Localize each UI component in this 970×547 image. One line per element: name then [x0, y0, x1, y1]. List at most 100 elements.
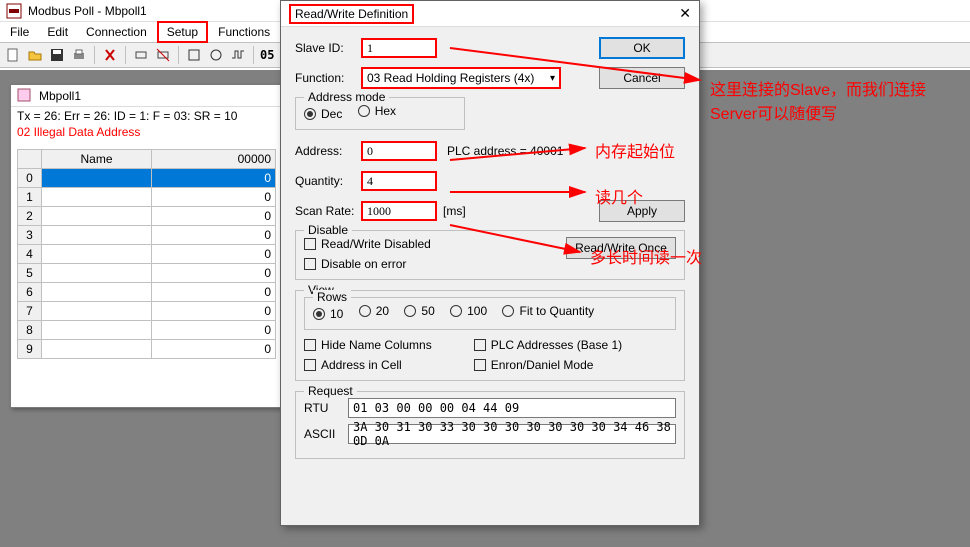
- table-row[interactable]: 10: [18, 188, 276, 207]
- tb-disconnect-icon[interactable]: [154, 46, 172, 64]
- check-disable-on-error[interactable]: Disable on error: [304, 257, 431, 271]
- table-row[interactable]: 00: [18, 169, 276, 188]
- row-number: 5: [18, 264, 42, 283]
- table-row[interactable]: 50: [18, 264, 276, 283]
- table-row[interactable]: 80: [18, 321, 276, 340]
- address-input[interactable]: [361, 141, 437, 161]
- menu-setup[interactable]: Setup: [157, 21, 208, 43]
- cell-value[interactable]: 0: [152, 207, 276, 226]
- menu-functions[interactable]: Functions: [210, 23, 278, 41]
- tb-pulse-icon[interactable]: [229, 46, 247, 64]
- row-number: 0: [18, 169, 42, 188]
- row-number: 8: [18, 321, 42, 340]
- function-label: Function:: [295, 71, 361, 85]
- tb-auto-icon[interactable]: [207, 46, 225, 64]
- radio-rows-100[interactable]: 100: [450, 304, 487, 318]
- radio-rows-50[interactable]: 50: [404, 304, 434, 318]
- table-row[interactable]: 30: [18, 226, 276, 245]
- table-row[interactable]: 60: [18, 283, 276, 302]
- tb-save-icon[interactable]: [48, 46, 66, 64]
- app-icon: [6, 3, 22, 19]
- function-select[interactable]: 03 Read Holding Registers (4x) ▾: [361, 67, 561, 89]
- ascii-value: 3A 30 31 30 33 30 30 30 30 30 30 30 34 4…: [348, 424, 676, 444]
- read-write-definition-dialog: Read/Write Definition ✕ OK Cancel Slave …: [280, 0, 700, 526]
- tb-open-icon[interactable]: [26, 46, 44, 64]
- cell-name[interactable]: [42, 188, 152, 207]
- cell-value[interactable]: 0: [152, 188, 276, 207]
- apply-button[interactable]: Apply: [599, 200, 685, 222]
- cell-value[interactable]: 0: [152, 340, 276, 359]
- check-enron[interactable]: Enron/Daniel Mode: [474, 358, 622, 372]
- table-row[interactable]: 70: [18, 302, 276, 321]
- quantity-label: Quantity:: [295, 174, 361, 188]
- dialog-title-bar[interactable]: Read/Write Definition ✕: [281, 1, 699, 27]
- cell-value[interactable]: 0: [152, 283, 276, 302]
- check-plc-addresses[interactable]: PLC Addresses (Base 1): [474, 338, 622, 352]
- read-write-once-button[interactable]: Read/Write Once: [566, 237, 676, 259]
- radio-rows-20[interactable]: 20: [359, 304, 389, 318]
- slave-id-input[interactable]: [361, 38, 437, 58]
- cell-value[interactable]: 0: [152, 302, 276, 321]
- ok-button[interactable]: OK: [599, 37, 685, 59]
- rows-legend: Rows: [313, 290, 351, 304]
- scan-rate-label: Scan Rate:: [295, 204, 361, 218]
- radio-hex[interactable]: Hex: [358, 104, 396, 118]
- col-value: 00000: [152, 150, 276, 169]
- cell-name[interactable]: [42, 169, 152, 188]
- cell-name[interactable]: [42, 283, 152, 302]
- table-row[interactable]: 90: [18, 340, 276, 359]
- cell-name[interactable]: [42, 340, 152, 359]
- cell-value[interactable]: 0: [152, 264, 276, 283]
- radio-rows-10[interactable]: 10: [313, 307, 343, 321]
- check-rw-disabled[interactable]: Read/Write Disabled: [304, 237, 431, 251]
- row-number: 4: [18, 245, 42, 264]
- col-rownum: [18, 150, 42, 169]
- cell-name[interactable]: [42, 245, 152, 264]
- cell-value[interactable]: 0: [152, 169, 276, 188]
- rtu-label: RTU: [304, 401, 340, 415]
- cell-name[interactable]: [42, 321, 152, 340]
- menu-edit[interactable]: Edit: [39, 23, 76, 41]
- address-mode-legend: Address mode: [304, 90, 389, 104]
- row-number: 9: [18, 340, 42, 359]
- data-grid[interactable]: Name 00000 00102030405060708090: [17, 149, 276, 401]
- status-line: Tx = 26: Err = 26: ID = 1: F = 03: SR = …: [11, 107, 282, 125]
- chevron-down-icon: ▾: [550, 73, 555, 84]
- cell-name[interactable]: [42, 264, 152, 283]
- plc-address-text: PLC address = 40001: [447, 144, 563, 158]
- request-legend: Request: [304, 384, 357, 398]
- ascii-label: ASCII: [304, 427, 340, 441]
- quantity-input[interactable]: [361, 171, 437, 191]
- cell-name[interactable]: [42, 207, 152, 226]
- check-address-in-cell[interactable]: Address in Cell: [304, 358, 432, 372]
- radio-rows-fit[interactable]: Fit to Quantity: [502, 304, 594, 318]
- scan-rate-unit: [ms]: [443, 204, 466, 218]
- table-row[interactable]: 20: [18, 207, 276, 226]
- tb-def-icon[interactable]: [185, 46, 203, 64]
- cell-name[interactable]: [42, 226, 152, 245]
- row-number: 3: [18, 226, 42, 245]
- rtu-value: 01 03 00 00 00 04 44 09: [348, 398, 676, 418]
- menu-connection[interactable]: Connection: [78, 23, 155, 41]
- child-title-text: Mbpoll1: [39, 89, 81, 103]
- child-icon: [17, 88, 33, 104]
- tb-new-icon[interactable]: [4, 46, 22, 64]
- scan-rate-input[interactable]: [361, 201, 437, 221]
- child-window: Mbpoll1 Tx = 26: Err = 26: ID = 1: F = 0…: [10, 84, 283, 408]
- cell-value[interactable]: 0: [152, 226, 276, 245]
- tb-connect-icon[interactable]: [132, 46, 150, 64]
- window-title: Modbus Poll - Mbpoll1: [28, 4, 147, 18]
- tb-print-icon[interactable]: [70, 46, 88, 64]
- radio-dec[interactable]: Dec: [304, 107, 342, 121]
- disable-legend: Disable: [304, 223, 352, 237]
- cell-value[interactable]: 0: [152, 321, 276, 340]
- table-row[interactable]: 40: [18, 245, 276, 264]
- close-icon[interactable]: ✕: [679, 5, 691, 22]
- cell-value[interactable]: 0: [152, 245, 276, 264]
- child-title-bar[interactable]: Mbpoll1: [11, 85, 282, 107]
- check-hide-name[interactable]: Hide Name Columns: [304, 338, 432, 352]
- tb-cut-icon[interactable]: [101, 46, 119, 64]
- cell-name[interactable]: [42, 302, 152, 321]
- menu-file[interactable]: File: [2, 23, 37, 41]
- cancel-button[interactable]: Cancel: [599, 67, 685, 89]
